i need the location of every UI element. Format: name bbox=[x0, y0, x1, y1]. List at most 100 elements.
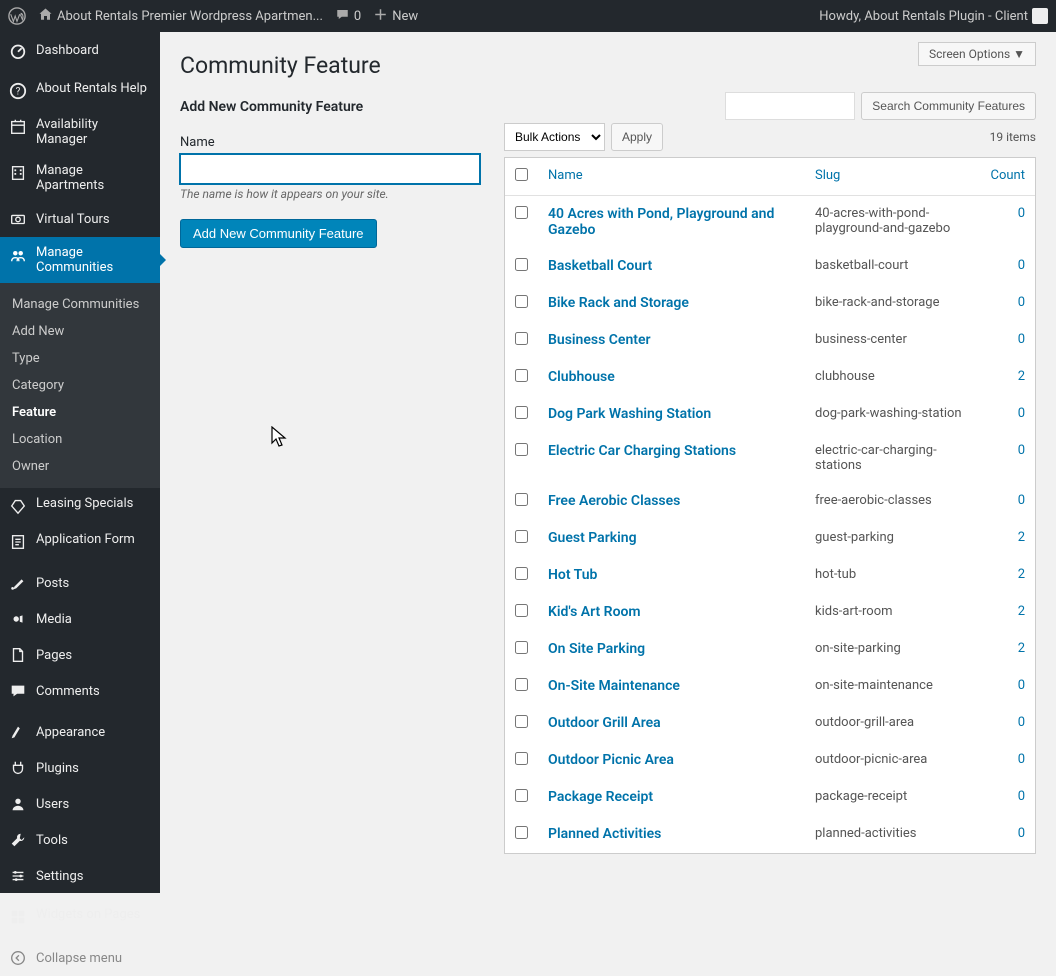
term-name-link[interactable]: Electric Car Charging Stations bbox=[548, 443, 736, 459]
name-input[interactable] bbox=[180, 154, 480, 184]
posts-icon bbox=[8, 573, 28, 593]
bulk-action-select[interactable]: Bulk Actions bbox=[504, 123, 605, 151]
term-count-link[interactable]: 0 bbox=[1018, 295, 1025, 310]
sidebar-item-settings[interactable]: Settings bbox=[0, 858, 160, 894]
term-name-link[interactable]: Business Center bbox=[548, 332, 651, 348]
term-count-link[interactable]: 0 bbox=[1018, 206, 1025, 221]
sidebar-item-tools[interactable]: Tools bbox=[0, 822, 160, 858]
submenu-item[interactable]: Add New bbox=[0, 318, 160, 345]
select-all-checkbox[interactable] bbox=[515, 168, 528, 181]
submenu-item[interactable]: Feature bbox=[0, 399, 160, 426]
term-name-link[interactable]: Planned Activities bbox=[548, 826, 661, 842]
search-input[interactable] bbox=[725, 92, 855, 120]
term-count-link[interactable]: 2 bbox=[1018, 369, 1025, 384]
term-count-link[interactable]: 0 bbox=[1018, 826, 1025, 841]
term-name-link[interactable]: 40 Acres with Pond, Playground and Gazeb… bbox=[548, 206, 774, 238]
sidebar-item-label: Dashboard bbox=[36, 43, 99, 58]
sidebar-item-help[interactable]: ?About Rentals Help bbox=[0, 73, 160, 109]
sidebar-item-plugins[interactable]: Plugins bbox=[0, 750, 160, 786]
screen-options-toggle[interactable]: Screen Options ▼ bbox=[918, 42, 1036, 66]
add-new-button[interactable]: Add New Community Feature bbox=[180, 219, 377, 248]
sidebar-item-apartments[interactable]: Manage Apartments bbox=[0, 155, 160, 201]
sidebar-item-tours[interactable]: Virtual Tours bbox=[0, 201, 160, 237]
row-checkbox[interactable] bbox=[515, 826, 528, 839]
term-name-link[interactable]: Guest Parking bbox=[548, 530, 637, 546]
sidebar-item-widgets[interactable]: Widgets on Pages bbox=[0, 899, 160, 935]
comments-link[interactable]: 0 bbox=[335, 7, 361, 26]
submenu-item[interactable]: Manage Communities bbox=[0, 291, 160, 318]
term-slug: package-receipt bbox=[805, 779, 975, 816]
wp-logo-icon[interactable] bbox=[8, 7, 26, 25]
sidebar-item-collapse[interactable]: Collapse menu bbox=[0, 940, 160, 976]
term-count-link[interactable]: 2 bbox=[1018, 567, 1025, 582]
sidebar-item-dashboard[interactable]: Dashboard bbox=[0, 32, 160, 68]
term-count-link[interactable]: 0 bbox=[1018, 493, 1025, 508]
term-name-link[interactable]: Bike Rack and Storage bbox=[548, 295, 689, 311]
column-name[interactable]: Name bbox=[538, 158, 805, 196]
row-checkbox[interactable] bbox=[515, 206, 528, 219]
term-name-link[interactable]: Outdoor Grill Area bbox=[548, 715, 661, 731]
row-checkbox[interactable] bbox=[515, 369, 528, 382]
term-name-link[interactable]: Package Receipt bbox=[548, 789, 653, 805]
sidebar-item-appearance[interactable]: Appearance bbox=[0, 714, 160, 750]
row-checkbox[interactable] bbox=[515, 530, 528, 543]
term-name-link[interactable]: Clubhouse bbox=[548, 369, 615, 385]
submenu-item[interactable]: Owner bbox=[0, 453, 160, 480]
sidebar-item-posts[interactable]: Posts bbox=[0, 565, 160, 601]
sidebar-item-form[interactable]: Application Form bbox=[0, 524, 160, 560]
term-count-link[interactable]: 0 bbox=[1018, 789, 1025, 804]
sidebar-item-users[interactable]: Users bbox=[0, 786, 160, 822]
term-name-link[interactable]: Hot Tub bbox=[548, 567, 597, 583]
row-checkbox[interactable] bbox=[515, 678, 528, 691]
sidebar-item-comments[interactable]: Comments bbox=[0, 673, 160, 709]
term-name-link[interactable]: Kid's Art Room bbox=[548, 604, 641, 620]
term-name-link[interactable]: Dog Park Washing Station bbox=[548, 406, 711, 422]
sidebar-item-availability[interactable]: Availability Manager bbox=[0, 109, 160, 155]
row-checkbox[interactable] bbox=[515, 752, 528, 765]
submenu-item[interactable]: Location bbox=[0, 426, 160, 453]
row-checkbox[interactable] bbox=[515, 406, 528, 419]
term-count-link[interactable]: 0 bbox=[1018, 678, 1025, 693]
term-count-link[interactable]: 0 bbox=[1018, 332, 1025, 347]
row-checkbox[interactable] bbox=[515, 604, 528, 617]
row-checkbox[interactable] bbox=[515, 641, 528, 654]
bulk-apply-button[interactable]: Apply bbox=[611, 123, 663, 151]
row-checkbox[interactable] bbox=[515, 493, 528, 506]
table-row: Business Centerbusiness-center0 bbox=[505, 322, 1035, 359]
term-count-link[interactable]: 0 bbox=[1018, 715, 1025, 730]
row-checkbox[interactable] bbox=[515, 295, 528, 308]
submenu-item[interactable]: Category bbox=[0, 372, 160, 399]
site-link[interactable]: About Rentals Premier Wordpress Apartmen… bbox=[38, 7, 323, 26]
term-name-link[interactable]: Free Aerobic Classes bbox=[548, 493, 680, 509]
term-count-link[interactable]: 2 bbox=[1018, 641, 1025, 656]
term-count-link[interactable]: 2 bbox=[1018, 530, 1025, 545]
term-count-link[interactable]: 0 bbox=[1018, 406, 1025, 421]
sidebar-item-specials[interactable]: Leasing Specials bbox=[0, 488, 160, 524]
row-checkbox[interactable] bbox=[515, 567, 528, 580]
term-count-link[interactable]: 0 bbox=[1018, 752, 1025, 767]
term-name-link[interactable]: On-Site Maintenance bbox=[548, 678, 680, 694]
term-count-link[interactable]: 0 bbox=[1018, 258, 1025, 273]
submenu-item[interactable]: Type bbox=[0, 345, 160, 372]
sidebar-item-media[interactable]: Media bbox=[0, 601, 160, 637]
term-count-link[interactable]: 2 bbox=[1018, 604, 1025, 619]
form-heading: Add New Community Feature bbox=[180, 99, 480, 115]
column-slug[interactable]: Slug bbox=[805, 158, 975, 196]
sidebar-item-label: Media bbox=[36, 612, 72, 627]
term-name-link[interactable]: Outdoor Picnic Area bbox=[548, 752, 674, 768]
tablenav-top: Bulk Actions Apply 19 items bbox=[504, 123, 1036, 151]
column-count[interactable]: Count bbox=[975, 158, 1035, 196]
howdy-link[interactable]: Howdy, About Rentals Plugin - Client bbox=[819, 8, 1048, 24]
row-checkbox[interactable] bbox=[515, 789, 528, 802]
term-name-link[interactable]: Basketball Court bbox=[548, 258, 652, 274]
row-checkbox[interactable] bbox=[515, 443, 528, 456]
row-checkbox[interactable] bbox=[515, 332, 528, 345]
new-link[interactable]: New bbox=[373, 7, 418, 26]
sidebar-item-communities[interactable]: Manage Communities bbox=[0, 237, 160, 283]
term-name-link[interactable]: On Site Parking bbox=[548, 641, 645, 657]
term-count-link[interactable]: 0 bbox=[1018, 443, 1025, 458]
sidebar-item-pages[interactable]: Pages bbox=[0, 637, 160, 673]
row-checkbox[interactable] bbox=[515, 258, 528, 271]
row-checkbox[interactable] bbox=[515, 715, 528, 728]
search-button[interactable]: Search Community Features bbox=[861, 92, 1036, 120]
